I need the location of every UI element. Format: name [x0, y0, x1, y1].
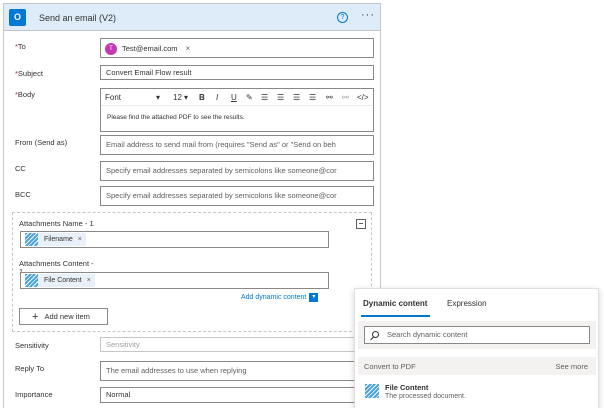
add-dynamic-content-text: Add dynamic content	[241, 294, 307, 301]
remove-token-icon[interactable]: ×	[87, 277, 91, 284]
attachments-content-field[interactable]: File Content ×	[20, 272, 329, 289]
font-size-select[interactable]: 12	[173, 93, 182, 102]
reply-to-label: Reply To	[15, 364, 45, 373]
filename-token: Filename ×	[25, 233, 86, 246]
italic-icon[interactable]: I	[216, 93, 218, 102]
outlook-icon: O	[9, 9, 26, 26]
sensitivity-label: Sensitivity	[15, 341, 49, 350]
bullet-list-icon[interactable]: ☰	[261, 93, 268, 102]
file-content-token-text: File Content	[44, 277, 82, 284]
font-select[interactable]: Font	[105, 93, 121, 102]
see-more-link[interactable]: See more	[555, 362, 588, 371]
add-new-item-button[interactable]: + Add new item	[19, 308, 108, 325]
dynamic-content-search-input[interactable]: Search dynamic content	[364, 326, 590, 344]
cc-input[interactable]: Specify email addresses separated by sem…	[100, 161, 374, 181]
section-header: Convert to PDF See more	[358, 357, 596, 375]
body-label: *Body	[15, 90, 35, 99]
numbered-list-icon[interactable]: ☰	[277, 93, 284, 102]
card-title: Send an email (V2)	[39, 13, 117, 23]
tab-expression[interactable]: Expression	[447, 299, 487, 308]
bcc-input[interactable]: Specify email addresses separated by sem…	[100, 186, 374, 206]
remove-token-icon[interactable]: ×	[78, 236, 82, 243]
cc-label: CC	[15, 164, 26, 173]
attachments-content-label: Attachments Content -	[19, 259, 94, 268]
add-dynamic-content-link[interactable]: Add dynamic content ▾	[241, 293, 319, 302]
switch-to-array-icon[interactable]	[356, 219, 366, 229]
body-editor[interactable]: Font ▾ 12 ▾ B I U ✎ ☰ ☰ ☰ ☰ ⚯ ⚯ </> Plea…	[100, 88, 374, 132]
font-size-chevron-icon[interactable]: ▾	[184, 93, 188, 102]
more-options-icon[interactable]: ···	[361, 9, 375, 21]
search-area: Search dynamic content	[358, 321, 596, 349]
from-label: From (Send as)	[15, 138, 68, 147]
active-tab-indicator	[361, 315, 430, 317]
unlink-icon[interactable]: ⚯	[342, 93, 349, 102]
highlight-icon[interactable]: ✎	[246, 93, 253, 102]
to-field[interactable]: T Test@email.com ×	[100, 38, 374, 58]
bold-icon[interactable]: B	[199, 93, 205, 102]
reply-to-input[interactable]: The email addresses to use when replying	[100, 361, 374, 381]
dynamic-item-file-content[interactable]: File Content The processed document.	[358, 379, 596, 405]
dynamic-content-badge-icon: ▾	[309, 293, 319, 302]
subject-input[interactable]: Convert Email Flow result	[100, 65, 374, 80]
help-icon[interactable]: ?	[337, 12, 348, 23]
indent-icon[interactable]: ☰	[309, 93, 316, 102]
file-content-token: File Content ×	[25, 274, 95, 287]
from-input[interactable]: Email address to send mail from (require…	[100, 135, 374, 155]
tab-dynamic-content[interactable]: Dynamic content	[363, 299, 427, 308]
recipient-chip-text: Test@email.com	[122, 44, 178, 53]
underline-icon[interactable]: U	[231, 93, 237, 102]
plus-icon: +	[32, 310, 39, 323]
sensitivity-dropdown[interactable]: Sensitivity ▾	[100, 337, 374, 352]
section-title: Convert to PDF	[364, 362, 416, 371]
attachments-name-field[interactable]: Filename ×	[20, 231, 329, 248]
search-icon	[372, 331, 379, 338]
attachments-group: Attachments Name - 1 Filename × Attachme…	[12, 212, 372, 332]
attachments-name-label: Attachments Name - 1	[19, 219, 94, 228]
outdent-icon[interactable]: ☰	[293, 93, 300, 102]
avatar: T	[105, 42, 117, 55]
subject-label: *Subject	[15, 69, 43, 78]
filename-token-text: Filename	[44, 236, 73, 243]
add-new-item-label: Add new item	[44, 312, 90, 321]
card-header[interactable]: O Send an email (V2) ? ···	[4, 4, 380, 31]
convert-action-icon	[365, 384, 379, 398]
formatting-toolbar: Font ▾ 12 ▾ B I U ✎ ☰ ☰ ☰ ☰ ⚯ ⚯ </>	[101, 89, 373, 106]
to-label-text: To	[17, 42, 26, 51]
to-label: *To	[15, 42, 26, 51]
convert-action-icon	[25, 233, 38, 246]
importance-dropdown[interactable]: Normal ▾	[100, 387, 374, 403]
importance-label: Importance	[15, 390, 53, 399]
dynamic-content-panel: Dynamic content Expression Search dynami…	[354, 288, 599, 408]
dynamic-item-description: The processed document.	[385, 393, 466, 400]
bcc-label: BCC	[15, 190, 31, 199]
font-chevron-icon[interactable]: ▾	[156, 93, 160, 102]
link-icon[interactable]: ⚯	[326, 93, 333, 102]
remove-recipient-icon[interactable]: ×	[186, 44, 191, 53]
body-text: Please find the attached PDF to see the …	[107, 114, 245, 121]
code-view-icon[interactable]: </>	[357, 93, 369, 102]
subject-label-text: Subject	[17, 69, 43, 78]
dynamic-item-name: File Content	[385, 383, 429, 392]
importance-value: Normal	[106, 390, 131, 399]
body-label-text: Body	[17, 90, 36, 99]
sensitivity-placeholder: Sensitivity	[106, 340, 140, 349]
recipient-chip: T Test@email.com ×	[105, 42, 190, 55]
convert-action-icon	[25, 274, 38, 287]
action-card: O Send an email (V2) ? ··· *To T Test@em…	[3, 3, 381, 408]
